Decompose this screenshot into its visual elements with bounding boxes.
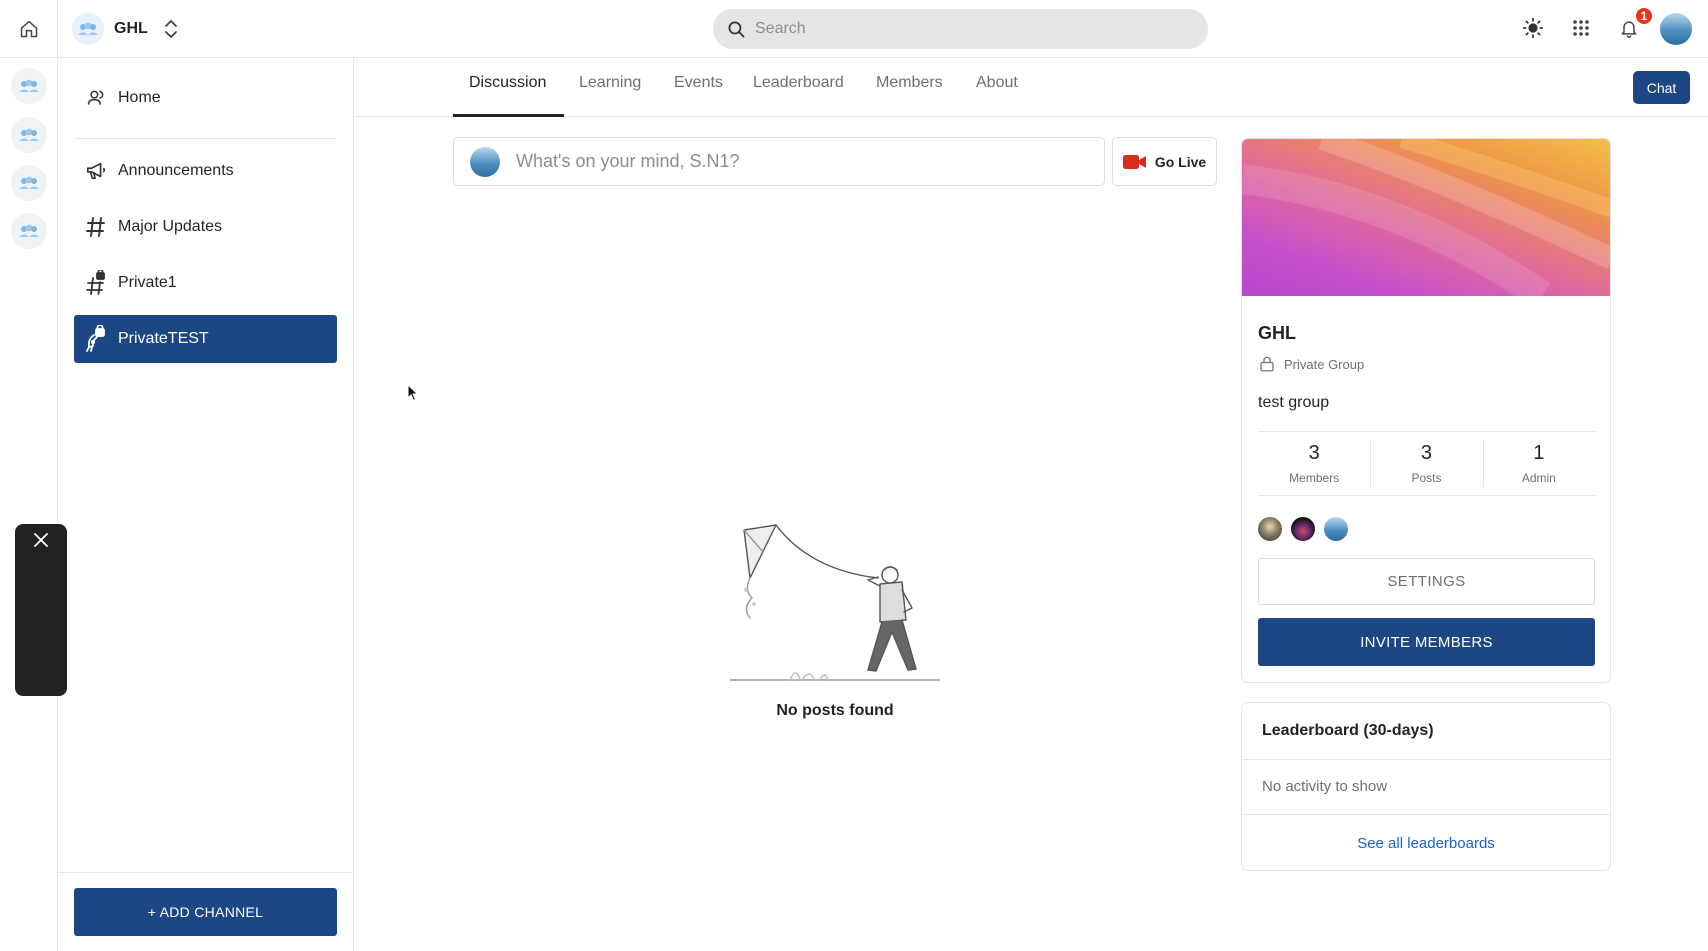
- search-bar[interactable]: [713, 9, 1208, 49]
- megaphone-icon: [84, 159, 108, 183]
- stat-label: Admin: [1521, 471, 1556, 485]
- stat-value: 3: [1420, 442, 1433, 464]
- avatar[interactable]: [1291, 517, 1315, 541]
- avatar[interactable]: [1258, 517, 1282, 541]
- video-camera-icon: [1122, 154, 1147, 170]
- close-icon: [33, 532, 49, 548]
- close-button[interactable]: [31, 530, 51, 550]
- settings-button[interactable]: SETTINGS: [1258, 558, 1595, 605]
- apps-button[interactable]: [1566, 13, 1596, 43]
- stat-posts[interactable]: 3 Posts: [1370, 432, 1482, 495]
- rail-group-2[interactable]: [11, 117, 47, 153]
- group-description: test group: [1258, 394, 1330, 411]
- go-live-button[interactable]: Go Live: [1112, 137, 1217, 186]
- sun-icon: [1522, 17, 1544, 39]
- channel-label: Major Updates: [118, 218, 223, 235]
- channel-announcements[interactable]: Announcements: [74, 147, 337, 195]
- channel-major-updates[interactable]: Major Updates: [74, 203, 337, 251]
- stat-label: Posts: [1411, 471, 1442, 485]
- sidebar-item-label: Home: [118, 89, 161, 106]
- notification-badge: 1: [1634, 6, 1654, 26]
- channel-label: PrivateTEST: [118, 330, 209, 347]
- sidebar-bottom-separator: [58, 872, 353, 873]
- tabs-bar: [354, 58, 1708, 117]
- kite-illustration: [730, 520, 940, 685]
- post-composer[interactable]: What's on your mind, S.N1?: [453, 137, 1105, 186]
- hashtag-icon: [84, 215, 108, 239]
- divider: [1242, 759, 1610, 760]
- sidebar-item-home[interactable]: Home: [74, 74, 337, 122]
- rail-group-4[interactable]: [11, 213, 47, 249]
- notifications-button[interactable]: 1: [1614, 6, 1654, 43]
- group-switcher[interactable]: GHL: [72, 12, 178, 46]
- stat-value: 1: [1533, 442, 1545, 464]
- rail-group-3[interactable]: [11, 165, 47, 201]
- composer-avatar: [470, 146, 500, 177]
- group-title: GHL: [1258, 323, 1296, 343]
- avatar[interactable]: [1324, 517, 1348, 541]
- leaderboard-title: Leaderboard (30-days): [1262, 722, 1434, 739]
- chat-button[interactable]: Chat: [1633, 71, 1690, 104]
- stat-label: Members: [1289, 471, 1340, 485]
- active-tab-indicator: [453, 114, 564, 117]
- locked-rocket-icon: [84, 325, 108, 352]
- tab-events[interactable]: Events: [674, 74, 723, 92]
- floating-widget: [15, 524, 67, 696]
- user-icon: [84, 86, 108, 110]
- locked-hashtag-icon: [84, 270, 108, 295]
- see-all-leaderboards-link[interactable]: See all leaderboards: [1242, 835, 1610, 852]
- stat-members[interactable]: 3 Members: [1258, 432, 1370, 495]
- divider: [1242, 814, 1610, 815]
- composer-placeholder: What's on your mind, S.N1?: [516, 151, 740, 171]
- leaderboard-card: Leaderboard (30-days) No activity to sho…: [1241, 702, 1611, 871]
- channel-label: Announcements: [118, 162, 234, 179]
- channel-privatetest[interactable]: PrivateTEST: [74, 315, 337, 363]
- rail-group-1[interactable]: [11, 68, 47, 104]
- chevron-updown-icon: [164, 19, 178, 39]
- invite-members-button[interactable]: INVITE MEMBERS: [1258, 618, 1595, 666]
- sidebar-separator: [74, 138, 337, 139]
- group-info-card: GHL Private Group test group 3 Members 3…: [1241, 138, 1611, 683]
- group-privacy: Private Group: [1258, 355, 1364, 373]
- tab-about[interactable]: About: [976, 74, 1018, 92]
- mouse-cursor-icon: [407, 384, 419, 402]
- tab-learning[interactable]: Learning: [579, 74, 641, 92]
- apps-grid-icon: [1572, 19, 1590, 37]
- group-stats: 3 Members 3 Posts 1 Admin: [1258, 431, 1595, 496]
- stat-value: 3: [1308, 442, 1320, 464]
- search-icon: [727, 20, 746, 39]
- group-avatar: [72, 13, 104, 45]
- privacy-label: Private Group: [1284, 356, 1365, 372]
- sidebar-divider: [353, 58, 354, 951]
- empty-feed-text: No posts found: [776, 702, 894, 719]
- channel-private1[interactable]: Private1: [74, 259, 337, 307]
- leaderboard-empty-text: No activity to show: [1262, 778, 1388, 795]
- group-name: GHL: [114, 20, 148, 37]
- tab-leaderboard[interactable]: Leaderboard: [753, 74, 844, 92]
- stat-admin[interactable]: 1 Admin: [1482, 432, 1595, 495]
- user-avatar[interactable]: [1660, 13, 1692, 45]
- home-icon: [19, 19, 39, 39]
- add-channel-button[interactable]: + ADD CHANNEL: [74, 888, 337, 936]
- tab-discussion[interactable]: Discussion: [469, 74, 546, 92]
- member-avatars: [1258, 517, 1348, 541]
- tab-members[interactable]: Members: [876, 74, 943, 92]
- rail-divider: [57, 0, 58, 951]
- theme-toggle-button[interactable]: [1518, 13, 1548, 43]
- home-button[interactable]: [14, 14, 44, 44]
- channel-label: Private1: [118, 274, 177, 291]
- group-cover-image: [1242, 139, 1610, 296]
- lock-icon: [1258, 355, 1276, 373]
- search-input[interactable]: [755, 20, 1175, 38]
- go-live-label: Go Live: [1154, 153, 1207, 170]
